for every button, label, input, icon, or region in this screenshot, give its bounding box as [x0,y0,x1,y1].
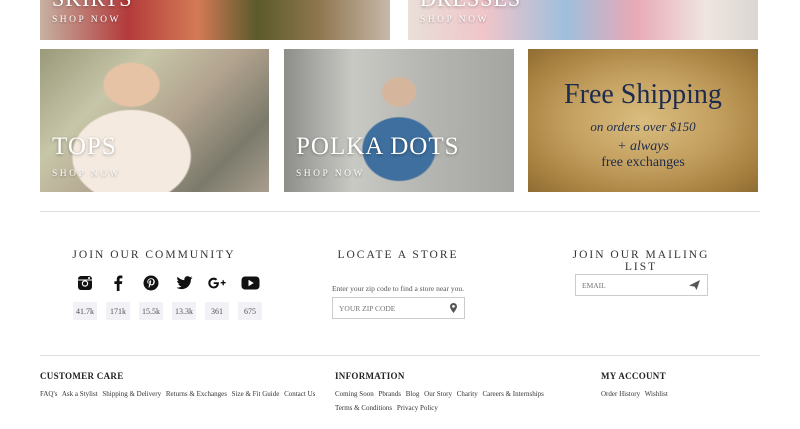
footer-heading: CUSTOMER CARE [40,371,124,381]
promo-tile-polka-dots[interactable]: POLKA DOTS SHOP NOW [284,49,514,192]
footer-link-charity[interactable]: Charity [457,390,478,398]
footer-link-contact[interactable]: Contact Us [284,390,315,398]
tile-title: POLKA DOTS [296,133,460,160]
footer-link-order-history[interactable]: Order History [601,390,640,398]
footer-link-wishlist[interactable]: Wishlist [645,390,668,398]
footer-customer-care: CUSTOMER CARE FAQ's Ask a Stylist Shippi… [40,371,330,401]
shop-now-link[interactable]: SHOP NOW [296,169,365,179]
social-pinterest[interactable]: 15.5k [139,273,163,320]
store-description: Enter your zip code to find a store near… [331,284,465,293]
footer-my-account: MY ACCOUNT Order History Wishlist [601,371,751,401]
instagram-icon[interactable] [75,273,95,293]
tile-title: TOPS [52,133,117,160]
follower-count: 675 [238,302,262,320]
footer-link-coming-soon[interactable]: Coming Soon [335,390,374,398]
footer-link-our-story[interactable]: Our Story [424,390,452,398]
zip-code-field[interactable] [332,297,465,319]
divider [40,355,760,356]
promo-tile-dresses[interactable]: DRESSES SHOP NOW [408,0,758,40]
promo-tile-skirts[interactable]: SKIRTS SHOP NOW [40,0,390,40]
follower-count: 361 [205,302,229,320]
social-facebook[interactable]: 171k [106,273,130,320]
tile-title: DRESSES [420,0,521,12]
facebook-icon[interactable] [108,273,128,293]
footer-heading: INFORMATION [335,371,405,381]
footer-heading: MY ACCOUNT [601,371,666,381]
shipping-plus: + always [617,139,669,154]
shop-now-link[interactable]: SHOP NOW [52,169,121,179]
footer-link-shipping[interactable]: Shipping & Delivery [102,390,161,398]
shipping-headline: Free Shipping [564,79,722,110]
social-instagram[interactable]: 41.7k [73,273,97,320]
mailing-list-heading: JOIN OUR MAILING LIST [572,249,710,273]
shipping-condition: on orders over $150 [590,119,696,134]
footer-information: INFORMATION Coming Soon Pbrands Blog Our… [335,371,565,415]
tile-title: SKIRTS [52,0,132,12]
follower-count: 171k [106,302,130,320]
shop-now-link[interactable]: SHOP NOW [420,15,489,25]
community-heading: JOIN OUR COMMUNITY [72,249,236,261]
shipping-exchanges: free exchanges [601,155,685,170]
footer-link-careers[interactable]: Careers & Internships [482,390,543,398]
footer-link-faqs[interactable]: FAQ's [40,390,57,398]
footer-link-returns[interactable]: Returns & Exchanges [166,390,227,398]
google-plus-icon[interactable] [207,273,227,293]
social-youtube[interactable]: 675 [238,273,262,320]
footer-link-terms[interactable]: Terms & Conditions [335,404,392,412]
social-links: 41.7k 171k 15.5k 13.3k 361 675 [73,273,263,320]
social-twitter[interactable]: 13.3k [172,273,196,320]
footer-link-pbrands[interactable]: Pbrands [378,390,401,398]
follower-count: 15.5k [139,302,163,320]
free-shipping-banner[interactable]: Free Shipping on orders over $150 + alwa… [528,49,758,192]
divider [40,211,760,212]
footer-link-blog[interactable]: Blog [406,390,420,398]
email-input[interactable] [582,280,689,290]
follower-count: 13.3k [172,302,196,320]
twitter-icon[interactable] [174,273,194,293]
shop-now-link[interactable]: SHOP NOW [52,15,121,25]
footer-link-ask-stylist[interactable]: Ask a Stylist [62,390,98,398]
footer-link-size-guide[interactable]: Size & Fit Guide [232,390,280,398]
send-icon[interactable] [688,279,701,291]
promo-tile-tops[interactable]: TOPS SHOP NOW [40,49,269,192]
map-pin-icon[interactable] [449,302,458,314]
email-signup-field[interactable] [575,274,708,296]
pinterest-icon[interactable] [141,273,161,293]
footer-link-privacy[interactable]: Privacy Policy [397,404,438,412]
follower-count: 41.7k [73,302,97,320]
locate-store-heading: LOCATE A STORE [337,249,459,261]
zip-code-input[interactable] [339,303,449,313]
youtube-icon[interactable] [240,273,260,293]
social-google-plus[interactable]: 361 [205,273,229,320]
